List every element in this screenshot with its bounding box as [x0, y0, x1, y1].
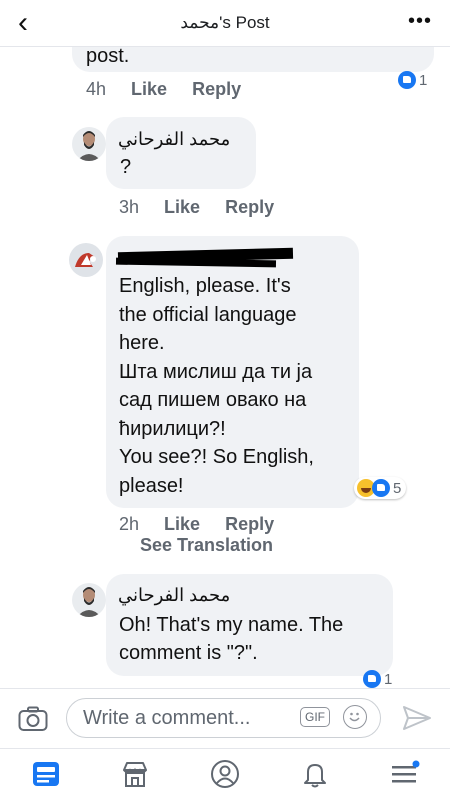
sticker-icon[interactable] — [343, 705, 367, 729]
reaction-count[interactable]: 5 — [354, 477, 407, 499]
reaction-count[interactable]: 1 — [363, 670, 392, 688]
comment-actions: 3h Like Reply — [119, 197, 294, 218]
see-translation-link[interactable]: See Translation — [140, 535, 273, 556]
comment-bubble: محمد الفرحاني Oh! That's my name. The co… — [106, 574, 393, 676]
redacted-name — [115, 257, 277, 268]
avatar[interactable] — [72, 127, 106, 161]
like-button[interactable]: Like — [164, 514, 200, 534]
page-title: محمد's Post — [180, 13, 270, 32]
commenter-name[interactable]: محمد الفرحاني — [118, 126, 230, 152]
like-reaction-icon — [372, 479, 390, 497]
reply-button[interactable]: Reply — [192, 79, 241, 99]
comment-text: ? — [120, 156, 132, 178]
reply-button[interactable]: Reply — [225, 514, 274, 534]
commenter-name[interactable]: محمد الفرحاني — [118, 582, 230, 608]
comment-input[interactable]: Write a comment... GIF — [66, 698, 381, 738]
like-reaction-icon — [363, 670, 381, 688]
news-feed-icon[interactable] — [31, 759, 61, 794]
comment-actions: 4h Like Reply — [86, 79, 261, 100]
like-reaction-icon — [398, 71, 416, 89]
marketplace-icon[interactable] — [120, 759, 150, 794]
comment-time: 3h — [119, 197, 140, 217]
comment-time: 4h — [86, 79, 107, 99]
send-icon[interactable] — [402, 705, 432, 736]
comment-time: 2h — [119, 514, 140, 534]
comment-text: English, please. It's the official langu… — [119, 275, 314, 497]
comment-input-placeholder: Write a comment... — [83, 707, 251, 729]
comment-actions: 2h Like Reply — [119, 514, 294, 535]
comment-text: Oh! That's my name. The comment is "?". — [119, 614, 344, 664]
menu-icon[interactable] — [390, 759, 422, 794]
camera-icon[interactable] — [18, 706, 48, 737]
reaction-count[interactable]: 1 — [398, 71, 427, 89]
avatar[interactable] — [72, 583, 106, 617]
comment-composer: Write a comment... GIF — [0, 688, 450, 749]
gif-button[interactable]: GIF — [300, 707, 330, 727]
top-bar: ‹ محمد's Post ••• — [0, 0, 450, 47]
profile-icon[interactable] — [210, 759, 240, 794]
comment-bubble: محمد الفرحاني ? — [106, 117, 256, 189]
comment-bubble: English, please. It's the official langu… — [106, 236, 359, 508]
bottom-tab-bar — [0, 748, 450, 801]
comment-text: post. — [86, 45, 130, 67]
like-button[interactable]: Like — [131, 79, 167, 99]
notifications-bell-icon[interactable] — [300, 759, 330, 794]
reply-button[interactable]: Reply — [225, 197, 274, 217]
like-button[interactable]: Like — [164, 197, 200, 217]
more-options-icon[interactable]: ••• — [408, 10, 432, 33]
avatar[interactable] — [69, 243, 103, 277]
